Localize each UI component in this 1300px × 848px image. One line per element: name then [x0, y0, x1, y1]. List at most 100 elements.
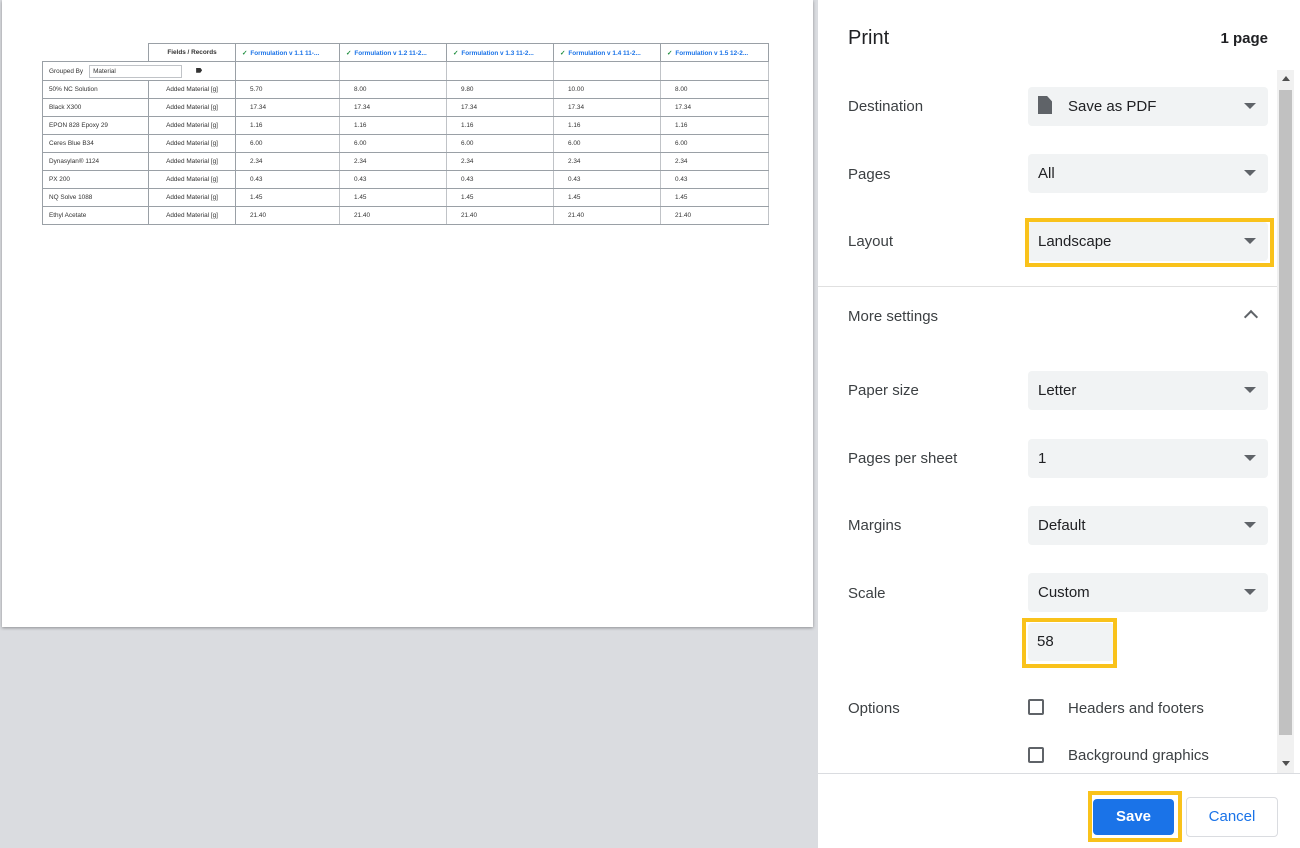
table-row: PX 200 Added Material [g] 0.43 0.43 0.43 0.43… — [42, 170, 769, 189]
added-material-label: Added Material [g] — [148, 206, 236, 225]
pages-per-sheet-label: Pages per sheet — [848, 450, 958, 467]
check-icon: ✓ — [560, 49, 566, 57]
value-cell: 21.40 — [446, 206, 554, 225]
headers-footers-label[interactable]: Headers and footers — [1068, 700, 1204, 717]
value-cell: 1.45 — [446, 188, 554, 207]
value-cell: 17.34 — [339, 98, 447, 117]
material-name: NQ Solve 1088 — [42, 188, 149, 207]
dialog-footer: Save Cancel — [818, 773, 1300, 848]
table-row: Ethyl Acetate Added Material [g] 21.40 21.4… — [42, 206, 769, 225]
value-cell: 6.00 — [446, 134, 554, 153]
added-material-label: Added Material [g] — [148, 152, 236, 171]
added-material-label: Added Material [g] — [148, 116, 236, 135]
pages-per-sheet-select[interactable]: 1 — [1028, 439, 1268, 478]
pages-per-sheet-value: 1 — [1038, 450, 1047, 467]
page-count: 1 page — [1220, 30, 1268, 47]
value-cell: 17.34 — [660, 98, 769, 117]
preview-table: Fields / Records ✓ Formulation v 1.1 11-..… — [42, 43, 769, 225]
pdf-file-icon — [1038, 96, 1052, 114]
value-cell: 8.00 — [660, 80, 769, 99]
more-settings-toggle[interactable]: More settings — [848, 308, 938, 325]
material-name: Dynasylan® 1124 — [42, 152, 149, 171]
value-cell: 1.16 — [235, 116, 340, 135]
check-icon: ✓ — [667, 49, 673, 57]
formulation-column-header: ✓ Formulation v 1.2 11-2... — [339, 43, 447, 62]
layout-label: Layout — [848, 233, 894, 250]
background-graphics-label[interactable]: Background graphics — [1068, 747, 1209, 764]
value-cell: 21.40 — [339, 206, 447, 225]
column-label: Formulation v 1.1 11-... — [250, 49, 320, 57]
blank-cell — [43, 44, 149, 62]
scroll-up-arrow-icon[interactable] — [1282, 76, 1290, 81]
value-cell: 0.43 — [235, 170, 340, 189]
caret-down-icon — [1244, 103, 1256, 109]
headers-footers-checkbox[interactable] — [1028, 699, 1044, 715]
caret-down-icon — [1244, 522, 1256, 528]
destination-select[interactable]: Save as PDF — [1028, 87, 1268, 126]
empty-cell — [660, 61, 769, 81]
scale-highlight — [1022, 618, 1117, 668]
margins-value: Default — [1038, 517, 1086, 534]
check-icon: ✓ — [346, 49, 352, 57]
value-cell: 1.45 — [339, 188, 447, 207]
value-cell: 8.00 — [339, 80, 447, 99]
value-cell: 1.16 — [553, 116, 661, 135]
value-cell: 0.43 — [553, 170, 661, 189]
options-label: Options — [848, 700, 900, 717]
margins-select[interactable]: Default — [1028, 506, 1268, 545]
value-cell: 1.45 — [235, 188, 340, 207]
material-name: Ethyl Acetate — [42, 206, 149, 225]
value-cell: 6.00 — [339, 134, 447, 153]
added-material-label: Added Material [g] — [148, 170, 236, 189]
table-row: 50% NC Solution Added Material [g] 5.70 8.0… — [42, 80, 769, 99]
column-label: Formulation v 1.5 12-2... — [675, 49, 749, 57]
print-title: Print — [848, 27, 890, 49]
grouped-by-cell: Grouped By Material — [42, 61, 236, 81]
destination-label: Destination — [848, 98, 924, 115]
scale-select[interactable]: Custom — [1028, 573, 1268, 612]
value-cell: 2.34 — [660, 152, 769, 171]
cancel-button[interactable]: Cancel — [1186, 797, 1278, 837]
value-cell: 1.16 — [446, 116, 554, 135]
scroll-down-arrow-icon[interactable] — [1282, 761, 1290, 766]
pages-value: All — [1038, 165, 1055, 182]
destination-value: Save as PDF — [1068, 98, 1157, 115]
table-row: NQ Solve 1088 Added Material [g] 1.45 1.45 1… — [42, 188, 769, 207]
background-graphics-checkbox[interactable] — [1028, 747, 1044, 763]
scale-value: Custom — [1038, 584, 1090, 601]
value-cell: 6.00 — [235, 134, 340, 153]
caret-down-icon — [1244, 170, 1256, 176]
value-cell: 21.40 — [235, 206, 340, 225]
paper-size-select[interactable]: Letter — [1028, 371, 1268, 410]
formulation-column-header: ✓ Formulation v 1.5 12-2... — [660, 43, 769, 62]
value-cell: 0.43 — [660, 170, 769, 189]
material-name: Black X300 — [42, 98, 149, 117]
value-cell: 1.45 — [660, 188, 769, 207]
value-cell: 17.34 — [446, 98, 554, 117]
empty-cell — [235, 61, 340, 81]
column-label: Formulation v 1.2 11-2... — [354, 49, 427, 57]
value-cell: 1.45 — [553, 188, 661, 207]
value-cell: 2.34 — [235, 152, 340, 171]
value-cell: 1.16 — [339, 116, 447, 135]
layout-highlight — [1025, 218, 1274, 267]
table-row: Ceres Blue B34 Added Material [g] 6.00 6.00… — [42, 134, 769, 153]
value-cell: 21.40 — [660, 206, 769, 225]
material-name: EPON 828 Epoxy 29 — [42, 116, 149, 135]
value-cell: 0.43 — [339, 170, 447, 189]
empty-cell — [553, 61, 661, 81]
value-cell: 9.80 — [446, 80, 554, 99]
paper-size-label: Paper size — [848, 382, 919, 399]
scrollbar-thumb[interactable] — [1279, 90, 1292, 735]
pages-select[interactable]: All — [1028, 154, 1268, 193]
caret-down-icon — [1244, 455, 1256, 461]
save-button[interactable]: Save — [1093, 799, 1174, 835]
preview-page: Fields / Records ✓ Formulation v 1.1 11-..… — [2, 0, 813, 627]
value-cell: 6.00 — [660, 134, 769, 153]
formulation-column-header: ✓ Formulation v 1.4 11-2... — [553, 43, 661, 62]
value-cell: 2.34 — [339, 152, 447, 171]
chevron-up-icon[interactable] — [1243, 309, 1259, 325]
value-cell: 2.34 — [553, 152, 661, 171]
check-icon: ✓ — [453, 49, 459, 57]
caret-down-icon — [1244, 589, 1256, 595]
